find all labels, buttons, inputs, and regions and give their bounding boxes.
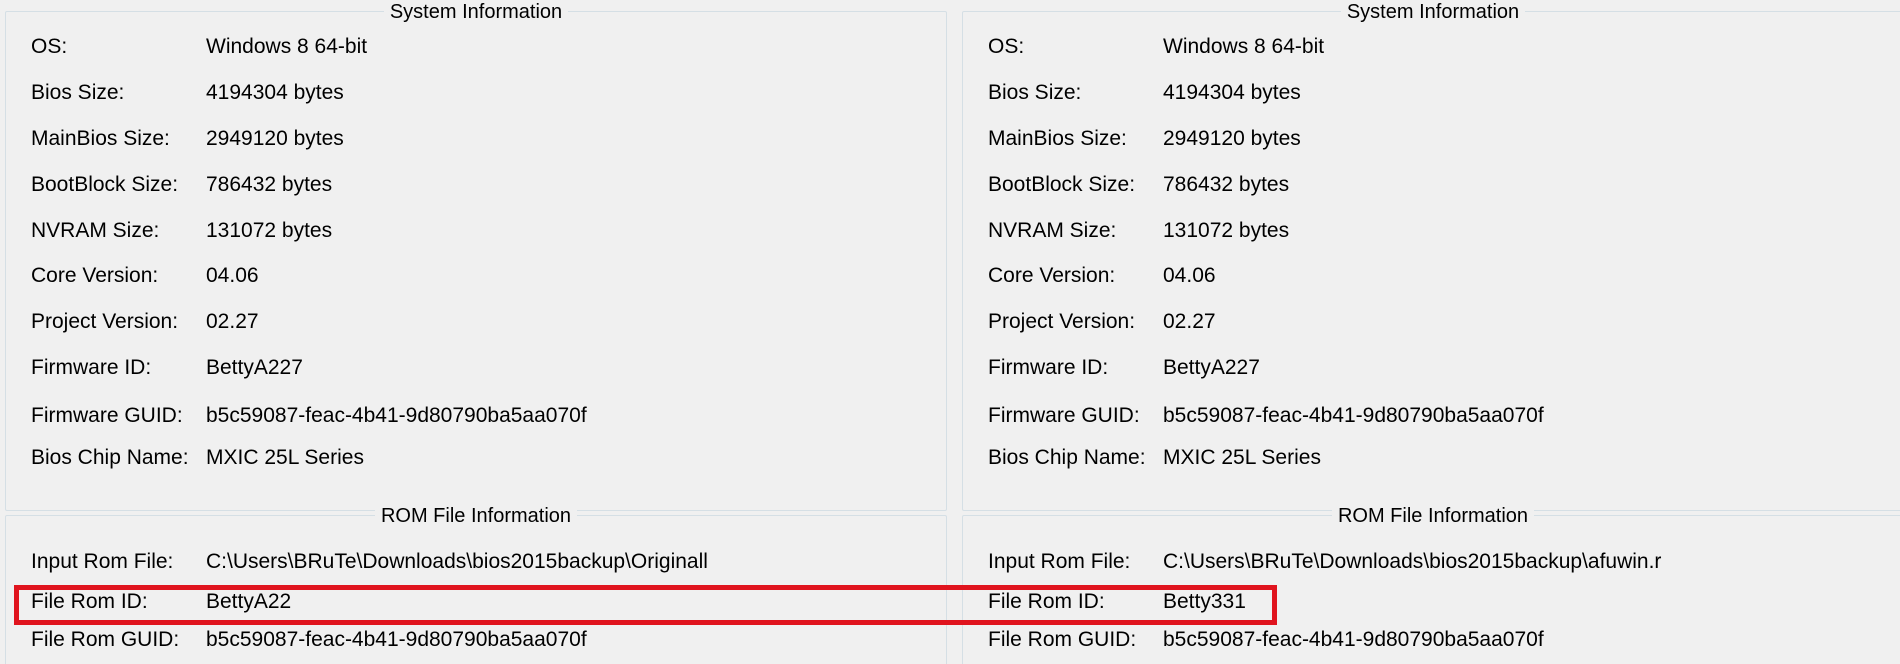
info-row-core-version: Core Version: 04.06 [988,261,1900,291]
group-title: ROM File Information [374,505,578,527]
info-row-project-version: Project Version: 02.27 [31,307,946,337]
field-value: MXIC 25L Series [206,446,364,469]
field-value: b5c59087-feac-4b41-9d80790ba5aa070f [1163,404,1544,427]
info-row-firmware-id: Firmware ID: BettyA227 [31,353,946,383]
field-label: Firmware ID: [31,356,152,379]
field-value: 4194304 bytes [1163,81,1301,104]
field-label: Firmware ID: [988,356,1109,379]
bios-info-comparison: System Information OS: Windows 8 64-bit B… [0,0,1900,664]
field-label: File Rom GUID: [31,628,180,651]
group-title: System Information [1340,1,1526,23]
field-value: 2949120 bytes [1163,127,1301,150]
field-label: File Rom GUID: [988,628,1137,651]
field-value: Windows 8 64-bit [206,35,368,58]
field-value: b5c59087-feac-4b41-9d80790ba5aa070f [206,404,587,427]
field-label: Core Version: [31,264,159,287]
field-value: b5c59087-feac-4b41-9d80790ba5aa070f [1163,628,1544,651]
info-row-bios-size: Bios Size: 4194304 bytes [988,78,1900,108]
field-value: 02.27 [206,310,259,333]
info-row-os: OS: Windows 8 64-bit [988,32,1900,62]
info-row-nvram-size: NVRAM Size: 131072 bytes [31,216,946,246]
field-value: 04.06 [206,264,259,287]
field-label: OS: [31,35,68,58]
field-label: Input Rom File: [988,550,1131,573]
field-value: BettyA22 [206,590,292,613]
field-label: Firmware GUID: [988,404,1140,427]
info-row-file-rom-guid: File Rom GUID: b5c59087-feac-4b41-9d80790… [31,625,946,655]
field-label: MainBios Size: [988,127,1127,150]
info-row-firmware-guid: Firmware GUID: b5c59087-feac-4b41-9d80790… [31,401,946,431]
field-value: BettyA227 [206,356,303,379]
field-value: Windows 8 64-bit [1163,35,1325,58]
group-title: ROM File Information [1331,505,1535,527]
field-value: BettyA227 [1163,356,1260,379]
field-label: Bios Size: [988,81,1082,104]
field-label: MainBios Size: [31,127,170,150]
rom-file-information-group: ROM File Information Input Rom File: C:\U… [5,505,947,664]
field-value: MXIC 25L Series [1163,446,1321,469]
field-value: C:\Users\BRuTe\Downloads\bios2015backup\… [206,550,708,573]
field-label: Project Version: [988,310,1136,333]
field-label: BootBlock Size: [31,173,179,196]
rom-file-information-group: ROM File Information Input Rom File: C:\U… [962,505,1900,664]
right-panel: System Information OS: Windows 8 64-bit B… [957,0,1900,664]
field-label: Firmware GUID: [31,404,183,427]
field-label: BootBlock Size: [988,173,1136,196]
field-value: 786432 bytes [206,173,333,196]
field-value: 04.06 [1163,264,1216,287]
field-label: Bios Chip Name: [988,446,1146,469]
info-row-bios-chip-name: Bios Chip Name: MXIC 25L Series [988,443,1900,473]
field-value: 02.27 [1163,310,1216,333]
info-row-bios-size: Bios Size: 4194304 bytes [31,78,946,108]
field-value: b5c59087-feac-4b41-9d80790ba5aa070f [206,628,587,651]
field-label: File Rom ID: [31,590,148,613]
field-label: Bios Chip Name: [31,446,189,469]
group-title: System Information [383,1,569,23]
info-row-core-version: Core Version: 04.06 [31,261,946,291]
info-row-firmware-guid: Firmware GUID: b5c59087-feac-4b41-9d80790… [988,401,1900,431]
system-information-group: System Information OS: Windows 8 64-bit B… [962,1,1900,511]
field-value: Betty331 [1163,590,1246,613]
info-row-mainbios-size: MainBios Size: 2949120 bytes [31,124,946,154]
field-value: 786432 bytes [1163,173,1290,196]
field-value: 4194304 bytes [206,81,344,104]
field-value: 131072 bytes [1163,219,1290,242]
field-label: NVRAM Size: [31,219,160,242]
info-row-os: OS: Windows 8 64-bit [31,32,946,62]
field-label: Project Version: [31,310,179,333]
field-label: OS: [988,35,1025,58]
info-row-bootblock-size: BootBlock Size: 786432 bytes [31,170,946,200]
field-value: C:\Users\BRuTe\Downloads\bios2015backup\… [1163,550,1662,573]
info-row-input-rom-file: Input Rom File: C:\Users\BRuTe\Downloads\… [31,547,946,577]
field-label: Bios Size: [31,81,125,104]
left-panel: System Information OS: Windows 8 64-bit B… [0,0,948,664]
field-label: Input Rom File: [31,550,174,573]
info-row-file-rom-id: File Rom ID: BettyA22 [31,587,946,617]
field-value: 2949120 bytes [206,127,344,150]
info-row-bios-chip-name: Bios Chip Name: MXIC 25L Series [31,443,946,473]
info-row-mainbios-size: MainBios Size: 2949120 bytes [988,124,1900,154]
field-label: Core Version: [988,264,1116,287]
field-value: 131072 bytes [206,219,333,242]
system-information-group: System Information OS: Windows 8 64-bit B… [5,1,947,511]
info-row-nvram-size: NVRAM Size: 131072 bytes [988,216,1900,246]
info-row-file-rom-id: File Rom ID: Betty331 [988,587,1900,617]
info-row-input-rom-file: Input Rom File: C:\Users\BRuTe\Downloads\… [988,547,1900,577]
info-row-firmware-id: Firmware ID: BettyA227 [988,353,1900,383]
info-row-project-version: Project Version: 02.27 [988,307,1900,337]
field-label: File Rom ID: [988,590,1105,613]
field-label: NVRAM Size: [988,219,1117,242]
info-row-bootblock-size: BootBlock Size: 786432 bytes [988,170,1900,200]
info-row-file-rom-guid: File Rom GUID: b5c59087-feac-4b41-9d80790… [988,625,1900,655]
